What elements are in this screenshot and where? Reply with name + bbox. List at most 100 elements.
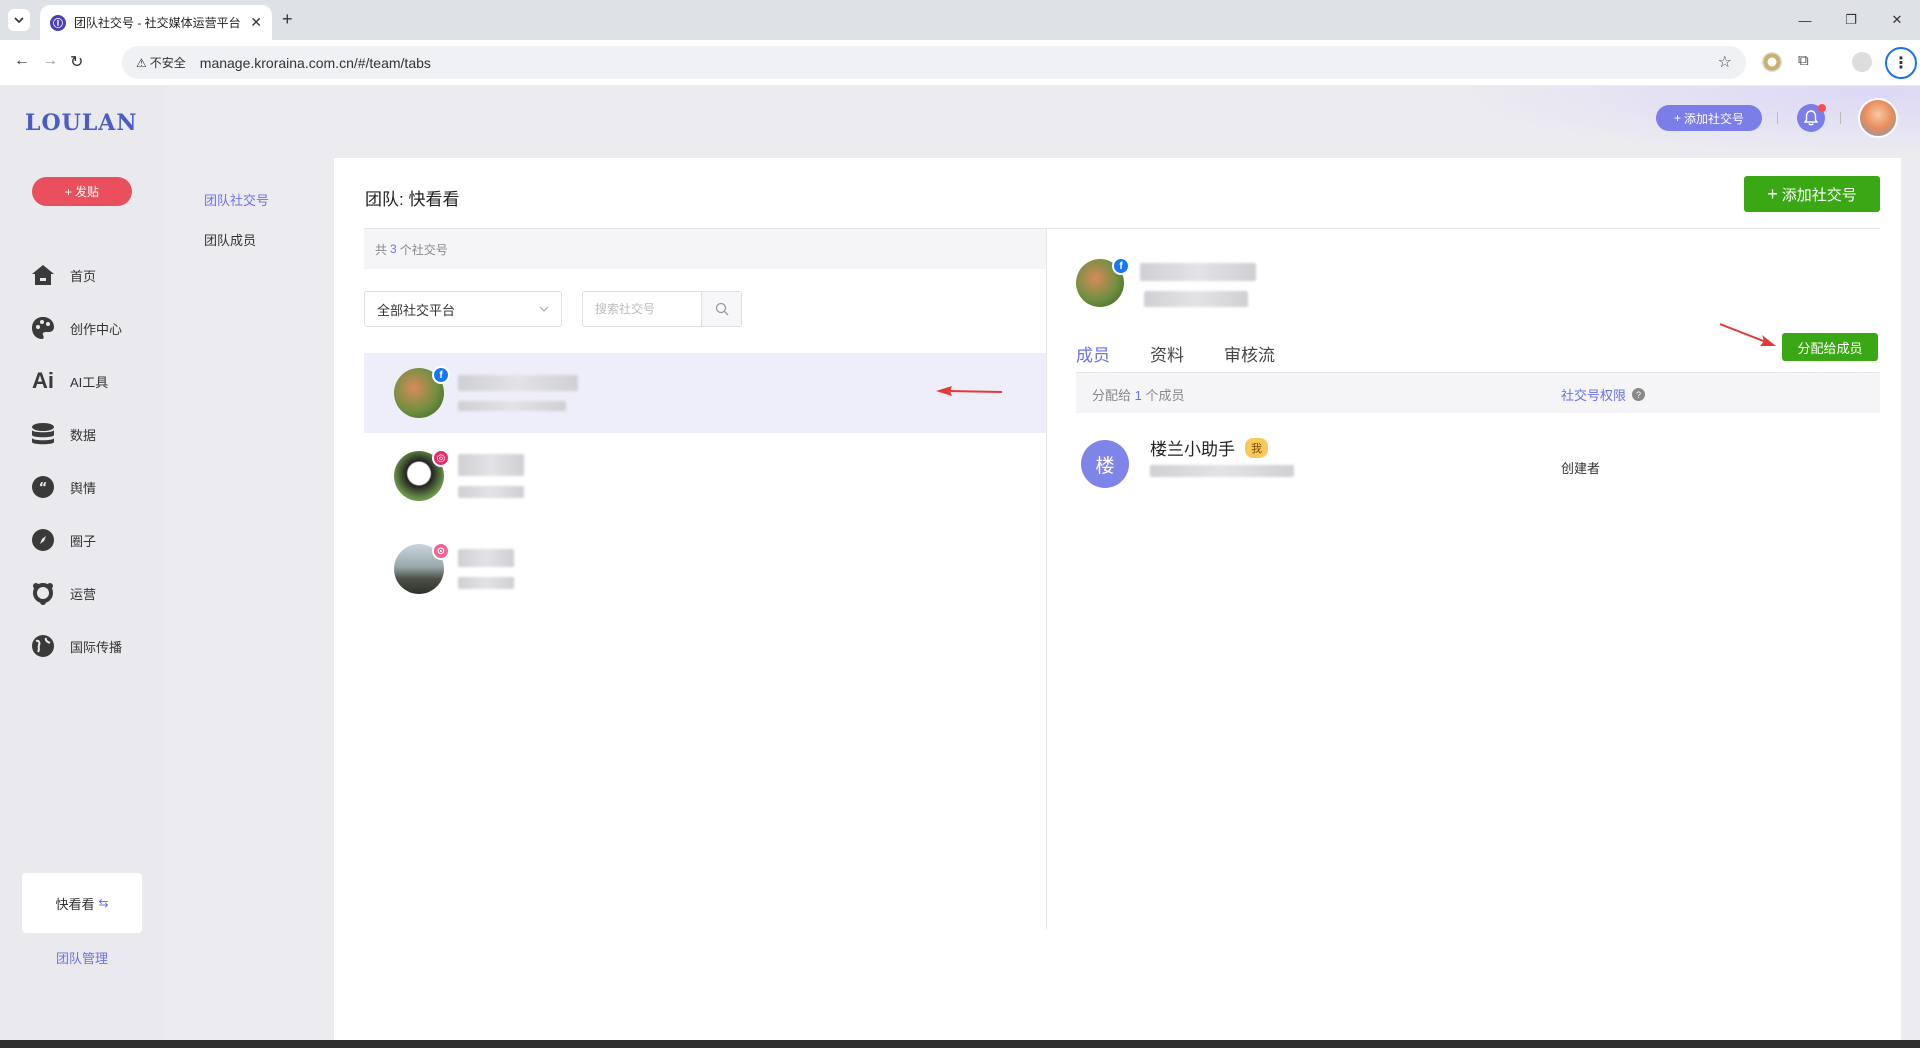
- account-avatar: ◎: [394, 449, 450, 501]
- sidebar-item-label: 国际传播: [70, 639, 123, 655]
- team-switcher[interactable]: 快看看 ⇆: [22, 873, 142, 933]
- member-name: 楼兰小助手: [1150, 440, 1235, 459]
- header-divider: [1777, 112, 1778, 124]
- detail-handle-redacted: [1144, 291, 1248, 307]
- extension-icon[interactable]: [1762, 52, 1782, 72]
- detail-tabs: 成员 资料 审核流: [1076, 341, 1275, 375]
- account-search-input[interactable]: [583, 292, 701, 326]
- svg-text:“: “: [39, 481, 48, 496]
- assigned-count-label: 分配给 1 个成员: [1092, 385, 1185, 404]
- account-search: [582, 291, 742, 327]
- app-logo[interactable]: LOULAN: [25, 110, 137, 136]
- sidebar-item-data[interactable]: 数据: [30, 421, 96, 447]
- account-row[interactable]: ⊙: [364, 529, 1046, 609]
- chevron-down-icon: [14, 17, 24, 24]
- plus-icon: +: [64, 184, 72, 199]
- main-sidebar: LOULAN + 发贴 首页 创作中心 Ai AI工具 数据 “ 舆情 圈子 运…: [0, 86, 164, 1040]
- me-badge: 我: [1245, 437, 1268, 458]
- sidebar-item-label: 首页: [70, 268, 97, 284]
- account-info-redacted: [458, 375, 578, 411]
- permission-header-label: 社交号权限: [1561, 388, 1627, 403]
- browser-tab-bar: Ⓘ 团队社交号 - 社交媒体运营平台 ✕ + — ❐ ✕: [0, 0, 1920, 40]
- window-controls: — ❐ ✕: [1782, 0, 1920, 40]
- sidebar-item-label: AI工具: [70, 374, 109, 390]
- palette-icon: [30, 315, 56, 341]
- team-name: 快看看: [55, 896, 95, 912]
- database-icon: [30, 421, 56, 447]
- puzzle-icon[interactable]: ⧉: [1798, 52, 1809, 69]
- help-icon[interactable]: ?: [1632, 388, 1646, 401]
- operations-icon: [30, 580, 56, 606]
- swap-icon: ⇆: [98, 896, 109, 910]
- member-row: 楼 楼兰小助手 我 创建者: [1076, 415, 1880, 505]
- tab-members[interactable]: 成员: [1076, 341, 1110, 375]
- facebook-icon: f: [1112, 257, 1130, 275]
- account-row[interactable]: ◎: [364, 436, 1046, 516]
- browser-toolbar: ← → ↻ ⚠ 不安全 manage.kroraina.com.cn/#/tea…: [0, 40, 1920, 85]
- warning-icon: ⚠: [136, 55, 147, 70]
- team-subnav: 团队社交号 团队成员: [164, 158, 334, 1040]
- team-management-link[interactable]: 团队管理: [0, 948, 164, 967]
- assign-member-button[interactable]: 分配给成员: [1782, 333, 1878, 361]
- bell-icon: [1804, 110, 1818, 126]
- sidebar-item-creation[interactable]: 创作中心: [30, 315, 122, 341]
- platform-filter-value: 全部社交平台: [377, 302, 456, 318]
- restore-icon[interactable]: ❐: [1828, 0, 1874, 40]
- chevron-down-icon: [539, 306, 549, 312]
- assigned-count: 1: [1134, 388, 1142, 403]
- detail-account-avatar: f: [1076, 257, 1130, 307]
- profile-icon[interactable]: [1852, 52, 1872, 72]
- close-window-icon[interactable]: ✕: [1874, 0, 1920, 40]
- globe-icon: [30, 633, 56, 659]
- main-panel: 团队: 快看看 + 添加社交号 共 3 个社交号 全部社交平台 f: [334, 158, 1901, 1040]
- count-prefix: 共: [375, 242, 388, 257]
- sidebar-item-label: 创作中心: [70, 321, 123, 337]
- new-tab-icon[interactable]: +: [282, 9, 293, 30]
- post-button[interactable]: + 发贴: [32, 177, 132, 206]
- account-avatar: f: [394, 366, 450, 418]
- assigned-prefix: 分配给: [1092, 388, 1132, 403]
- forward-icon[interactable]: →: [42, 52, 58, 70]
- platform-filter-select[interactable]: 全部社交平台: [364, 291, 562, 327]
- sidebar-item-home[interactable]: 首页: [30, 262, 96, 288]
- sidebar-item-ai-tools[interactable]: Ai AI工具: [30, 368, 108, 394]
- minimize-icon[interactable]: —: [1782, 0, 1828, 40]
- header-add-account-button[interactable]: + 添加社交号: [1656, 105, 1762, 131]
- account-count: 3: [390, 242, 397, 256]
- bookmark-star-icon[interactable]: ☆: [1718, 52, 1732, 72]
- header-divider: [1840, 112, 1841, 124]
- sidebar-item-sentiment[interactable]: “ 舆情: [30, 474, 96, 500]
- browser-tab[interactable]: Ⓘ 团队社交号 - 社交媒体运营平台 ✕: [40, 5, 272, 40]
- add-account-button[interactable]: + 添加社交号: [1744, 176, 1880, 212]
- compass-icon: [30, 527, 56, 553]
- search-button[interactable]: [701, 292, 741, 326]
- reload-icon[interactable]: ↻: [70, 52, 83, 72]
- user-avatar[interactable]: [1858, 98, 1898, 138]
- add-account-label: 添加社交号: [1781, 186, 1857, 204]
- annotation-arrow: [936, 386, 1002, 396]
- tab-review-flow[interactable]: 审核流: [1224, 341, 1275, 375]
- tab-profile[interactable]: 资料: [1150, 341, 1184, 375]
- browser-menu-button[interactable]: ⋮: [1885, 47, 1917, 79]
- assigned-suffix: 个成员: [1145, 388, 1185, 403]
- sidebar-item-international[interactable]: 国际传播: [30, 633, 122, 659]
- sidebar-item-label: 舆情: [70, 480, 97, 496]
- member-avatar: 楼: [1081, 440, 1129, 488]
- close-tab-icon[interactable]: ✕: [250, 14, 262, 31]
- subnav-item-team-members[interactable]: 团队成员: [204, 230, 256, 249]
- tab-title: 团队社交号 - 社交媒体运营平台: [74, 16, 241, 30]
- sidebar-item-operations[interactable]: 运营: [30, 580, 96, 606]
- sidebar-item-circle[interactable]: 圈子: [30, 527, 96, 553]
- post-button-label: 发贴: [75, 185, 100, 199]
- detail-name-redacted: [1140, 263, 1256, 281]
- sidebar-item-label: 圈子: [70, 533, 97, 549]
- security-label: 不安全: [149, 56, 186, 70]
- ai-icon: Ai: [32, 368, 54, 393]
- back-icon[interactable]: ←: [14, 52, 30, 70]
- tab-search-button[interactable]: [8, 9, 30, 31]
- page-title: 团队: 快看看: [365, 190, 460, 209]
- subnav-item-team-accounts[interactable]: 团队社交号: [204, 190, 269, 209]
- address-bar[interactable]: ⚠ 不安全 manage.kroraina.com.cn/#/team/tabs…: [122, 46, 1746, 79]
- security-chip[interactable]: ⚠ 不安全: [130, 51, 192, 75]
- account-info-redacted: [458, 549, 514, 589]
